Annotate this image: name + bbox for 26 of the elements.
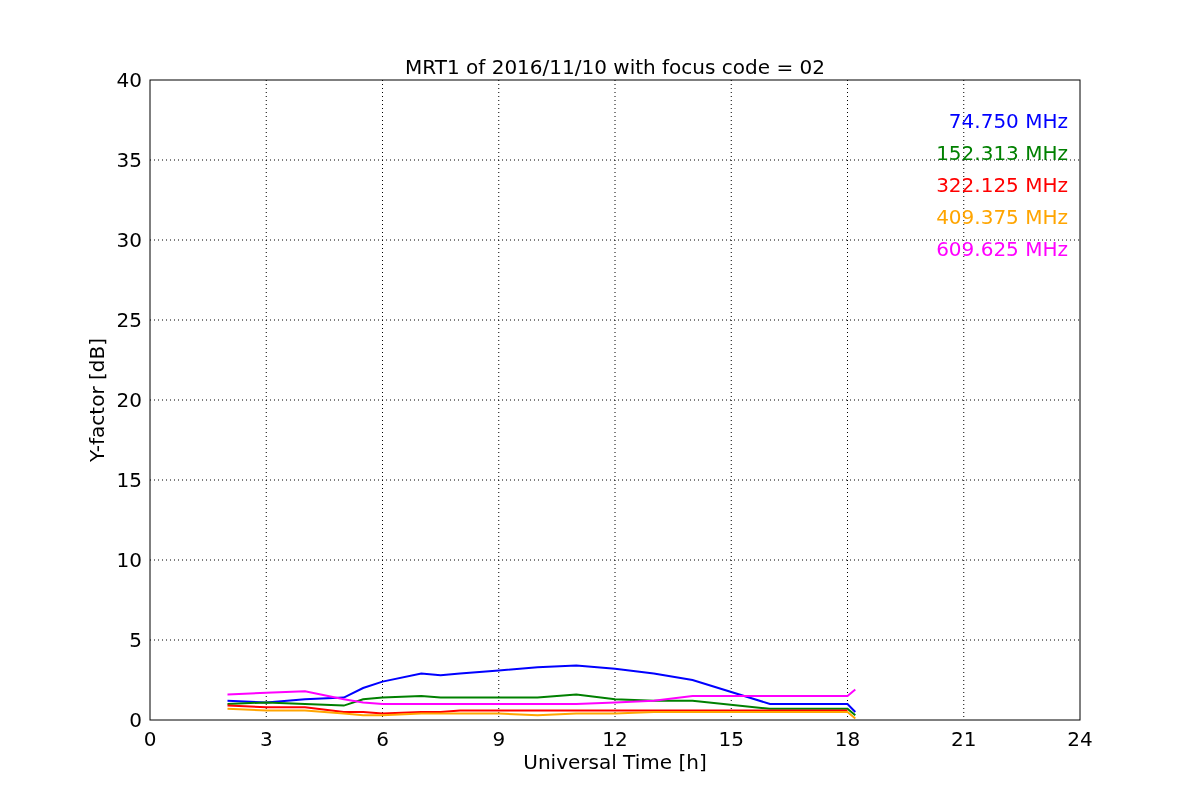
x-tick-label: 9 (492, 727, 506, 751)
legend-label: 609.625 MHz (936, 237, 1068, 261)
y-axis-label: Y-factor [dB] (85, 338, 109, 462)
x-tick-label: 18 (834, 727, 861, 751)
chart-title: MRT1 of 2016/11/10 with focus code = 02 (405, 55, 825, 79)
y-tick-label: 30 (116, 228, 142, 252)
y-tick-label: 15 (116, 468, 142, 492)
y-tick-label: 40 (116, 68, 142, 92)
x-axis-label: Universal Time [h] (523, 750, 707, 774)
x-tick-label: 24 (1067, 727, 1093, 751)
x-tick-label: 6 (376, 727, 389, 751)
y-tick-label: 5 (129, 628, 142, 652)
legend-label: 322.125 MHz (936, 173, 1068, 197)
y-tick-label: 0 (129, 708, 142, 732)
x-tick-label: 12 (602, 727, 628, 751)
y-tick-label: 25 (116, 308, 142, 332)
x-tick-label: 0 (143, 727, 157, 751)
y-tick-label: 20 (116, 388, 142, 412)
y-tick-label: 10 (116, 548, 142, 572)
x-tick-label: 15 (718, 727, 744, 751)
legend-label: 152.313 MHz (936, 141, 1068, 165)
x-tick-label: 3 (259, 727, 273, 751)
legend-label: 409.375 MHz (936, 205, 1068, 229)
x-tick-label: 21 (951, 727, 977, 751)
legend-label: 74.750 MHz (948, 109, 1068, 133)
y-tick-label: 35 (116, 148, 142, 172)
